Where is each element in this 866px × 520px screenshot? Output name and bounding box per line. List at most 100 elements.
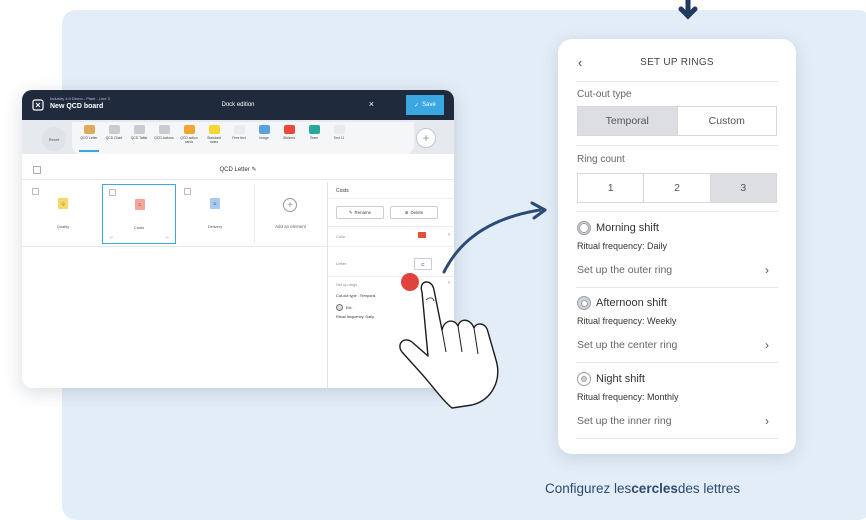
divider xyxy=(576,81,778,82)
plus-icon: + xyxy=(283,198,297,212)
segment-2[interactable]: 2 xyxy=(644,174,711,202)
toolbar-item[interactable]: Free text xyxy=(228,125,250,141)
caption-text: Configurez les xyxy=(545,481,632,496)
pencil-icon[interactable]: ✎ xyxy=(251,167,256,173)
toolbar-item-label: QCD Table xyxy=(130,136,148,140)
segment-3[interactable]: 3 xyxy=(710,174,776,202)
toolbar-item-icon xyxy=(333,125,345,134)
toolbar-item-label: Text 11 xyxy=(333,136,345,140)
arrow-left-icon[interactable]: ⇐ xyxy=(109,235,113,241)
toolbar-item-icon xyxy=(183,125,195,134)
card-costs[interactable]: C Costs ⇐ ⇒ xyxy=(102,184,176,244)
letter-bar-label: QCD Letter ✎ xyxy=(219,167,257,173)
center-ring-icon xyxy=(577,296,591,310)
toolbar-item[interactable]: Stickers xyxy=(278,125,300,141)
letter-badge: C xyxy=(135,199,145,210)
toolbar-item-label: QCD Letter xyxy=(80,136,98,140)
active-tab-indicator xyxy=(79,150,99,152)
app-window: Industry 4.0 Demo - Plant - Line 3 New Q… xyxy=(22,90,454,388)
divider xyxy=(328,246,454,247)
pointing-hand-icon xyxy=(399,281,499,409)
add-element-label: Add an element xyxy=(275,224,306,229)
segment-custom[interactable]: Custom xyxy=(678,107,777,135)
toolbar-item[interactable]: QCD Table xyxy=(128,125,150,141)
board-subtitle: Industry 4.0 Demo - Plant - Line 3 xyxy=(50,96,110,101)
divider xyxy=(576,287,778,288)
toolbar-tray: QCD Letter QCD Chart QCD Table QCD Actions Q… xyxy=(72,122,414,154)
set-up-inner-ring-link[interactable]: Set up the inner ring › xyxy=(577,414,777,428)
set-up-outer-ring-link[interactable]: Set up the outer ring › xyxy=(577,263,777,277)
element-toolbar: Reset QCD Letter QCD Chart QCD Table QCD Ac… xyxy=(22,120,454,154)
toolbar-item-label: QCD action cards xyxy=(180,136,198,144)
color-swatch[interactable] xyxy=(418,232,426,238)
divider xyxy=(328,198,454,199)
segment-temporal[interactable]: Temporal xyxy=(578,107,678,135)
toolbar-item-label: QCD Chart xyxy=(105,136,123,140)
outer-ring-icon xyxy=(577,221,591,235)
card-checkbox[interactable] xyxy=(109,189,116,196)
toolbar-item[interactable]: QCD Chart xyxy=(103,125,125,141)
chevron-right-icon: › xyxy=(765,414,769,428)
toolbar-item-icon xyxy=(158,125,170,134)
toolbar-item-icon xyxy=(133,125,145,134)
toolbar-item[interactable]: QCD action cards xyxy=(178,125,200,144)
rename-button[interactable]: ✎ Rename xyxy=(336,206,384,219)
set-up-rings-label[interactable]: Set up rings xyxy=(336,282,357,287)
toolbar-item-label: QCD Actions xyxy=(154,136,174,140)
add-element-card[interactable]: + Add an element xyxy=(254,184,326,244)
set-up-rings-panel: ‹ SET UP RINGS Cut-out type Temporal Cus… xyxy=(558,39,796,454)
letter-cards: Q Quality C Costs ⇐ ⇒ D Delivery + Add an… xyxy=(22,182,327,246)
ring-count-label: Ring count xyxy=(577,154,625,165)
toolbar-item-label: Standard notes xyxy=(207,136,221,144)
app-titlebar: Industry 4.0 Demo - Plant - Line 3 New Q… xyxy=(22,90,454,120)
segment-1[interactable]: 1 xyxy=(578,174,645,202)
card-move-arrows[interactable]: ⇐ ⇒ xyxy=(109,235,169,241)
close-button[interactable]: × xyxy=(369,99,374,109)
toolbar-item-icon xyxy=(108,125,120,134)
cutout-type-line: Cut-out type : Temporal xyxy=(336,294,376,298)
toolbar-item-icon xyxy=(233,125,245,134)
divider xyxy=(576,362,778,363)
toolbar-item[interactable]: QCD Actions xyxy=(153,125,175,141)
card-quality[interactable]: Q Quality xyxy=(26,184,100,244)
divider xyxy=(576,211,778,212)
reset-button[interactable]: Reset xyxy=(42,127,66,151)
card-checkbox[interactable] xyxy=(184,188,191,195)
toolbar-item-icon xyxy=(258,125,270,134)
save-button[interactable]: ✓ Save xyxy=(406,95,444,115)
toolbar-item[interactable]: Image xyxy=(253,125,275,141)
letter-badge: D xyxy=(210,198,220,209)
letter-badge: Q xyxy=(58,198,68,209)
ring-count-segmented: 1 2 3 xyxy=(577,173,777,203)
toolbar-item[interactable]: QCD Letter xyxy=(78,125,100,141)
toolbar-item-icon xyxy=(308,125,320,134)
delete-icon: ⊗ xyxy=(404,209,409,215)
toolbar-item-label: Image xyxy=(259,136,269,140)
toolbar-item[interactable]: Standard notes xyxy=(203,125,225,144)
card-checkbox[interactable] xyxy=(32,188,39,195)
shift-name: Morning shift xyxy=(596,222,659,234)
toolbar-item-label: Stickers xyxy=(282,136,296,140)
card-delivery[interactable]: D Delivery xyxy=(178,184,252,244)
shift-name: Afternoon shift xyxy=(596,297,667,309)
shift-frequency: Ritual frequency: Daily xyxy=(577,241,668,251)
curved-arrow-icon xyxy=(442,201,547,274)
toolbar-item-icon xyxy=(283,125,295,134)
set-up-center-ring-link[interactable]: Set up the center ring › xyxy=(577,338,777,352)
chevron-right-icon: › xyxy=(765,263,769,277)
divider xyxy=(576,145,778,146)
divider xyxy=(22,246,327,247)
delete-button[interactable]: ⊗ Delete xyxy=(390,206,438,219)
toolbar-item[interactable]: Text 11 xyxy=(328,125,350,141)
ritual-frequency-line: Ritual frequency: Daily xyxy=(336,315,374,319)
ring-name: Ext. xyxy=(346,306,353,310)
shift-name: Night shift xyxy=(596,373,645,385)
arrow-right-icon[interactable]: ⇒ xyxy=(165,235,169,241)
add-toolbar-item-button[interactable]: + xyxy=(416,128,436,148)
side-panel-title: Costs xyxy=(336,188,349,194)
letter-label: Letter xyxy=(336,261,347,266)
check-icon: ✓ xyxy=(414,102,420,109)
toolbar-item[interactable]: Team xyxy=(303,125,325,141)
shift-frequency: Ritual frequency: Weekly xyxy=(577,316,677,326)
panel-title: SET UP RINGS xyxy=(640,57,714,68)
